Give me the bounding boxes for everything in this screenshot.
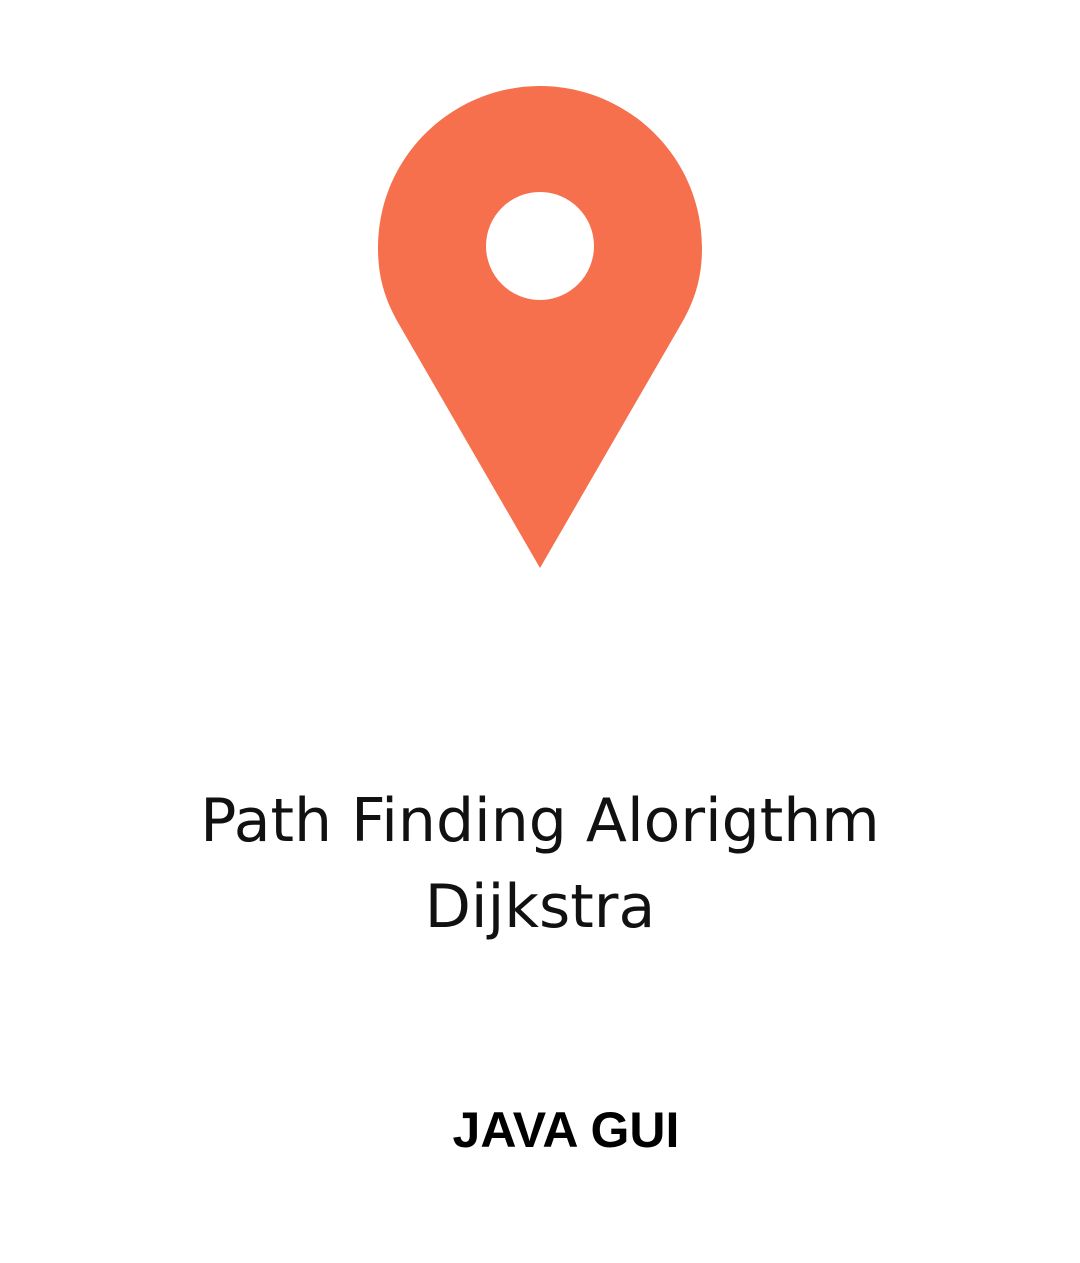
location-pin-icon xyxy=(378,86,702,568)
title-line-1: Path Finding Alorigthm xyxy=(200,786,880,856)
title-block: Path Finding Alorigthm Dijkstra xyxy=(0,778,1080,950)
location-pin-svg xyxy=(378,86,702,568)
pin-body xyxy=(378,86,702,568)
subtitle: JAVA GUI xyxy=(452,1102,680,1158)
pin-hole xyxy=(486,192,594,300)
title-line-2: Dijkstra xyxy=(424,872,656,942)
